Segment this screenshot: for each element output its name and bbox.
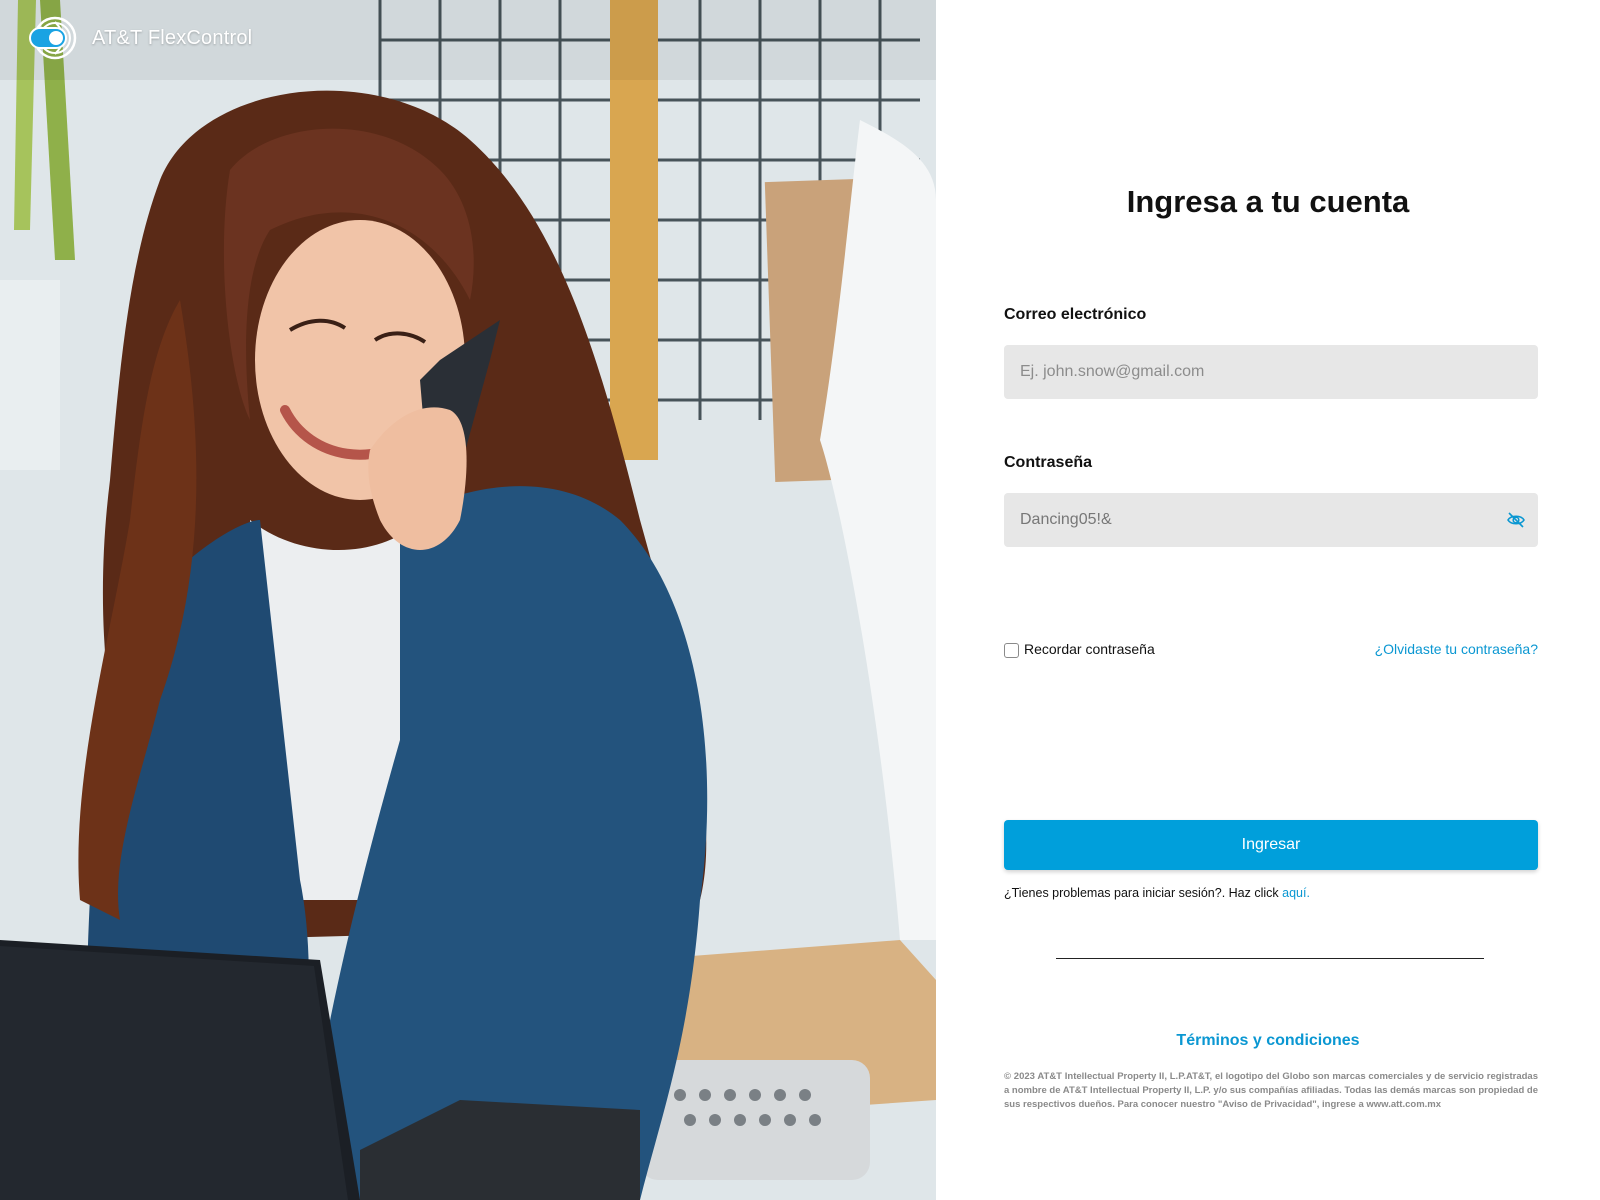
remember-label: Recordar contraseña bbox=[1024, 641, 1155, 657]
page-title: Ingresa a tu cuenta bbox=[1126, 184, 1410, 219]
trouble-text: ¿Tienes problemas para iniciar sesión?. … bbox=[1004, 886, 1310, 900]
login-panel: Ingresa a tu cuenta Correo electrónico C… bbox=[936, 0, 1600, 1200]
password-field-container bbox=[1004, 493, 1538, 547]
forgot-password-link[interactable]: ¿Olvidaste tu contraseña? bbox=[1375, 641, 1538, 657]
submit-button[interactable]: Ingresar bbox=[1004, 820, 1538, 870]
remember-password[interactable]: Recordar contraseña bbox=[1004, 640, 1155, 658]
hero-photo: AT&T FlexControl bbox=[0, 0, 936, 1200]
legal-text: © 2023 AT&T Intellectual Property II, L.… bbox=[1004, 1071, 1538, 1110]
password-field[interactable] bbox=[1020, 511, 1522, 529]
eye-slash-icon[interactable] bbox=[1506, 510, 1526, 530]
trouble-help-link[interactable]: aquí. bbox=[1282, 886, 1310, 900]
email-field-container bbox=[1004, 345, 1538, 399]
divider bbox=[1056, 958, 1484, 959]
password-label: Contraseña bbox=[1004, 454, 1093, 471]
brand-name: AT&T FlexControl bbox=[92, 26, 253, 49]
remember-checkbox[interactable] bbox=[1004, 643, 1019, 658]
brand[interactable]: AT&T FlexControl bbox=[28, 16, 252, 60]
trouble-message: ¿Tienes problemas para iniciar sesión?. … bbox=[1004, 886, 1279, 900]
toggle-globe-logo-icon bbox=[28, 16, 78, 60]
hero-illustration bbox=[0, 0, 936, 1200]
email-field[interactable] bbox=[1020, 363, 1522, 381]
email-label: Correo electrónico bbox=[1004, 306, 1147, 323]
terms-link[interactable]: Términos y condiciones bbox=[936, 1032, 1600, 1050]
